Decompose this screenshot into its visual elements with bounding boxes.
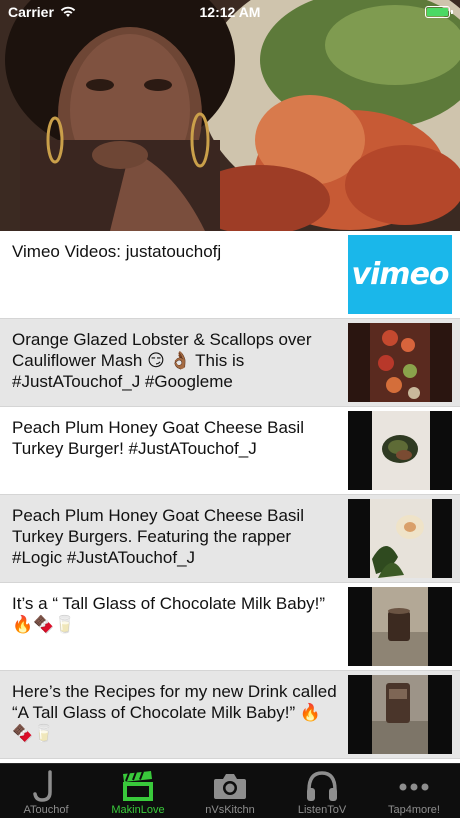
tab-label: ListenToV [297,804,347,816]
video-title: Vimeo Videos: justatouchofj [12,242,222,261]
vimeo-logo-text: vimeo [351,257,449,292]
carrier-label: Carrier [8,4,54,20]
hero-photo-illustration [0,0,460,231]
clapperboard-icon [121,770,155,802]
tab-bar: ATouchof MakinLove nVsKitchn ListenToV T… [0,763,460,818]
video-title: Peach Plum Honey Goat Cheese Basil Turke… [12,506,304,567]
hero-photo [0,0,460,231]
video-thumbnail [348,411,452,490]
video-title: Here’s the Recipes for my new Drink call… [12,682,337,743]
video-row-burger[interactable]: Peach Plum Honey Goat Cheese Basil Turke… [0,407,460,495]
tab-makinlove[interactable]: MakinLove [92,764,184,818]
video-thumbnail [348,323,452,402]
video-row-vimeo[interactable]: Vimeo Videos: justatouchofj vimeo [0,231,460,319]
video-row-chocolate-milk[interactable]: It’s a “ Tall Glass of Chocolate Milk Ba… [0,583,460,671]
video-thumbnail [348,587,452,666]
status-bar: Carrier 12:12 AM [0,0,460,24]
more-icon [397,770,431,802]
battery-icon [425,6,453,18]
wifi-icon [60,6,76,17]
video-title: Orange Glazed Lobster & Scallops over Ca… [12,330,312,391]
headphones-icon [305,770,339,802]
video-row-burgers-logic[interactable]: Peach Plum Honey Goat Cheese Basil Turke… [0,495,460,583]
tab-tap4more[interactable]: Tap4more! [368,764,460,818]
battery-level [427,8,448,16]
tab-nvskitchn[interactable]: nVsKitchn [184,764,276,818]
video-list[interactable]: Vimeo Videos: justatouchofj vimeo Orange… [0,231,460,763]
video-thumbnail [348,675,452,754]
video-title: Peach Plum Honey Goat Cheese Basil Turke… [12,418,304,458]
letter-j-icon [29,770,63,802]
tab-atouchof[interactable]: ATouchof [0,764,92,818]
vimeo-logo-thumbnail: vimeo [348,235,452,314]
tab-listentov[interactable]: ListenToV [276,764,368,818]
camera-icon [213,770,247,802]
video-row-drink-recipe[interactable]: Here’s the Recipes for my new Drink call… [0,671,460,759]
tab-label: nVsKitchn [205,804,255,816]
status-left: Carrier [8,4,76,20]
video-row-lobster[interactable]: Orange Glazed Lobster & Scallops over Ca… [0,319,460,407]
status-time: 12:12 AM [199,4,261,20]
tab-label: Tap4more! [388,804,440,816]
video-title: It’s a “ Tall Glass of Chocolate Milk Ba… [12,594,326,634]
tab-label: MakinLove [111,804,165,816]
video-thumbnail [348,499,452,578]
tab-label: ATouchof [23,804,69,816]
